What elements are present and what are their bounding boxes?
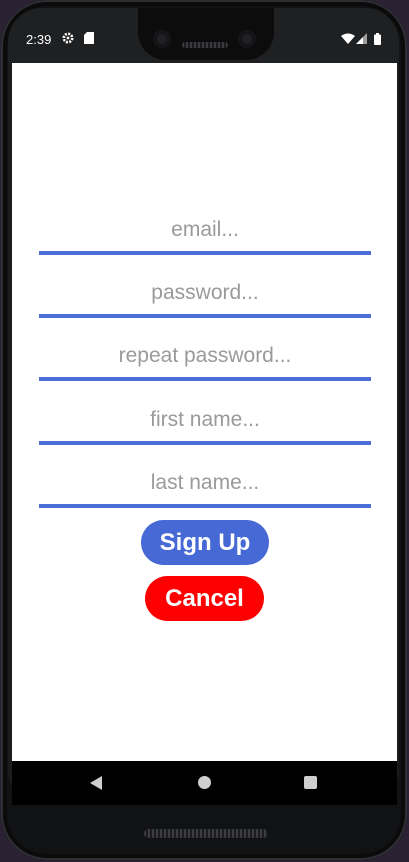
camera-notch xyxy=(138,8,274,60)
status-time: 2:39 xyxy=(26,32,52,47)
wifi-icon xyxy=(341,33,355,47)
front-camera-icon xyxy=(153,30,171,48)
earpiece-speaker xyxy=(182,42,228,48)
first-name-field[interactable] xyxy=(39,399,371,445)
app-screen: Sign Up Cancel xyxy=(12,63,397,761)
signal-icon xyxy=(356,33,367,47)
gear-icon xyxy=(62,32,74,47)
email-field[interactable] xyxy=(39,209,371,255)
front-sensor-icon xyxy=(238,30,256,48)
repeat-password-field[interactable] xyxy=(39,335,371,381)
last-name-input[interactable] xyxy=(39,462,371,504)
recents-icon[interactable] xyxy=(304,776,317,789)
repeat-password-input[interactable] xyxy=(39,335,371,377)
cancel-button[interactable]: Cancel xyxy=(145,576,264,621)
back-icon[interactable] xyxy=(90,776,102,790)
password-field[interactable] xyxy=(39,272,371,318)
sign-up-button[interactable]: Sign Up xyxy=(141,520,269,565)
first-name-input[interactable] xyxy=(39,399,371,441)
email-input[interactable] xyxy=(39,209,371,251)
home-icon[interactable] xyxy=(198,776,211,789)
sd-card-icon xyxy=(84,32,94,47)
navigation-bar xyxy=(12,761,397,805)
password-input[interactable] xyxy=(39,272,371,314)
bottom-speaker-grille xyxy=(144,829,268,838)
status-bar: 2:39 xyxy=(8,8,399,63)
battery-icon xyxy=(374,33,381,48)
last-name-field[interactable] xyxy=(39,462,371,508)
